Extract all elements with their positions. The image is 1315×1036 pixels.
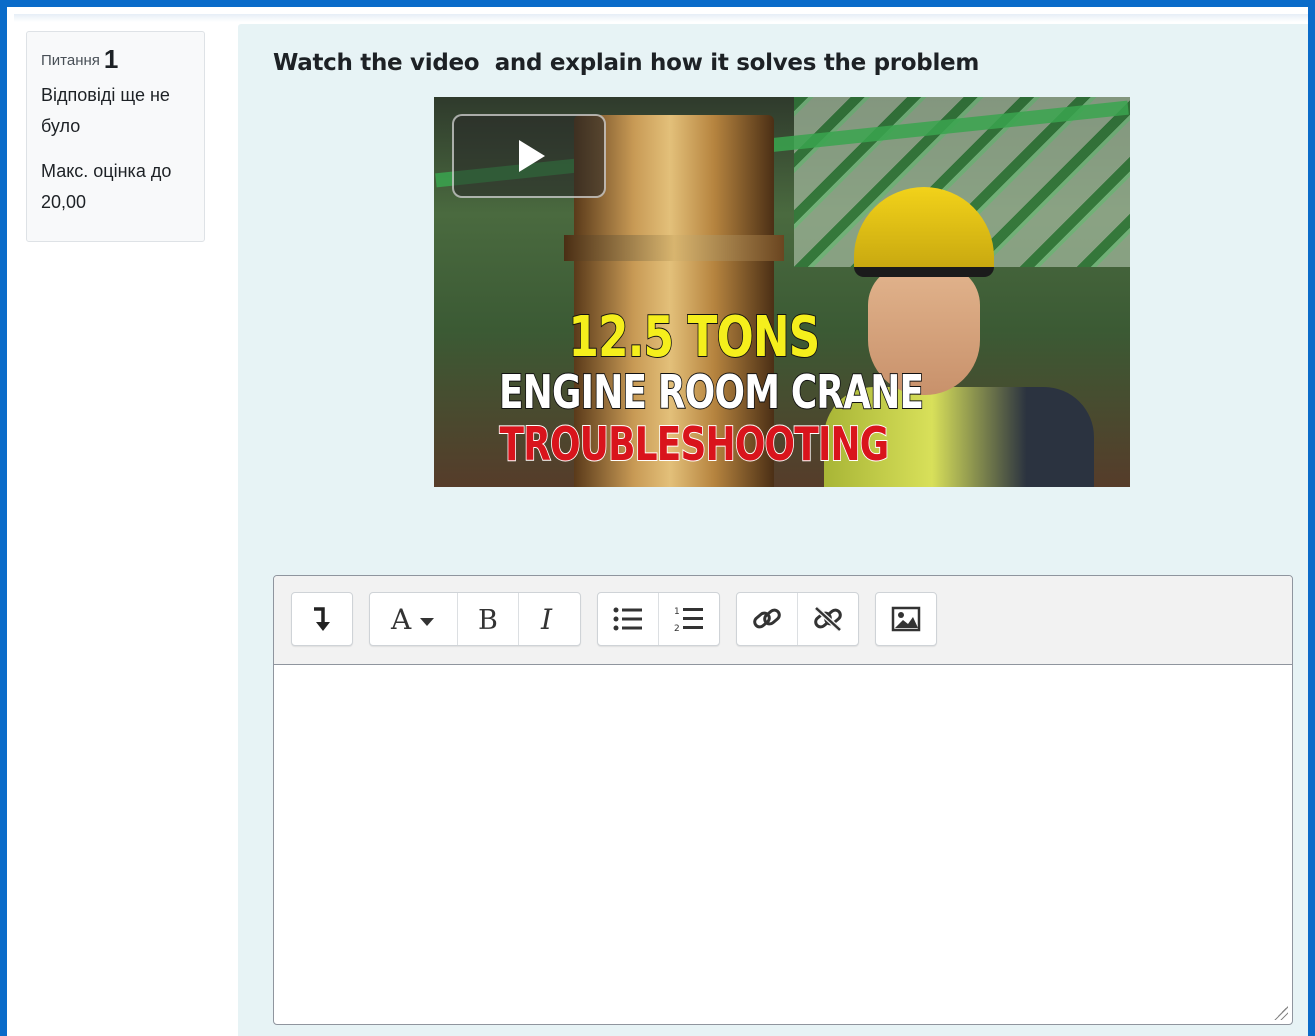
question-text: Watch the video and explain how it solve…	[273, 50, 980, 76]
unlink-icon	[813, 606, 842, 632]
frame-shadow	[14, 14, 1308, 22]
svg-text:I: I	[540, 604, 553, 634]
editor-toolbar: A B I 1 2	[274, 576, 1292, 665]
question-max-grade: Макс. оцінка до 20,00	[41, 161, 172, 212]
toolbar-group-text: A B I	[369, 592, 581, 646]
unordered-list-button[interactable]	[598, 593, 659, 645]
thumbnail-title-line1: 12.5 TONS	[568, 304, 821, 371]
unordered-list-icon	[613, 607, 642, 631]
editor-text-area[interactable]	[274, 665, 1292, 1024]
video-thumbnail[interactable]: 12.5 TONS ENGINE ROOM CRANE TROUBLESHOOT…	[434, 97, 1130, 487]
link-icon	[752, 608, 781, 629]
question-label: Питання	[41, 52, 100, 69]
svg-text:A: A	[390, 604, 412, 634]
italic-button[interactable]: I	[519, 593, 580, 645]
ordered-list-button[interactable]: 1 2	[659, 593, 720, 645]
font-style-icon: A	[390, 604, 434, 634]
svg-text:2: 2	[674, 624, 680, 633]
play-button[interactable]	[452, 114, 606, 198]
toolbar-group-media	[875, 592, 937, 646]
question-number: 1	[103, 44, 119, 74]
svg-text:1: 1	[674, 607, 680, 617]
presenter-helmet	[854, 187, 994, 277]
toolbar-group-collapse	[291, 592, 353, 646]
unlink-button[interactable]	[798, 593, 859, 645]
question-number-line: Питання 1	[41, 46, 190, 74]
svg-text:B: B	[478, 605, 498, 634]
link-button[interactable]	[737, 593, 798, 645]
answer-editor: A B I 1 2	[273, 575, 1293, 1025]
thumbnail-title-line3: TROUBLESHOOTING	[499, 416, 890, 472]
collapse-toolbar-icon	[314, 607, 330, 631]
thumbnail-title-line2: ENGINE ROOM CRANE	[498, 364, 925, 420]
bold-icon: B	[478, 605, 498, 634]
question-status: Відповіді ще не було	[41, 85, 170, 136]
insert-image-button[interactable]	[876, 593, 936, 645]
font-style-button[interactable]: A	[370, 593, 458, 645]
resize-handle-icon[interactable]	[1274, 1006, 1288, 1020]
collapse-toolbar-button[interactable]	[292, 593, 352, 645]
question-content: Watch the video and explain how it solve…	[238, 24, 1308, 1036]
ordered-list-icon: 1 2	[674, 607, 703, 633]
image-icon	[891, 606, 921, 632]
italic-icon: I	[540, 604, 553, 634]
toolbar-group-lists: 1 2	[597, 592, 720, 646]
bold-button[interactable]: B	[458, 593, 519, 645]
question-info-box: Питання 1 Відповіді ще не було Макс. оцін…	[26, 31, 205, 242]
toolbar-group-links	[736, 592, 859, 646]
play-icon	[519, 140, 545, 172]
